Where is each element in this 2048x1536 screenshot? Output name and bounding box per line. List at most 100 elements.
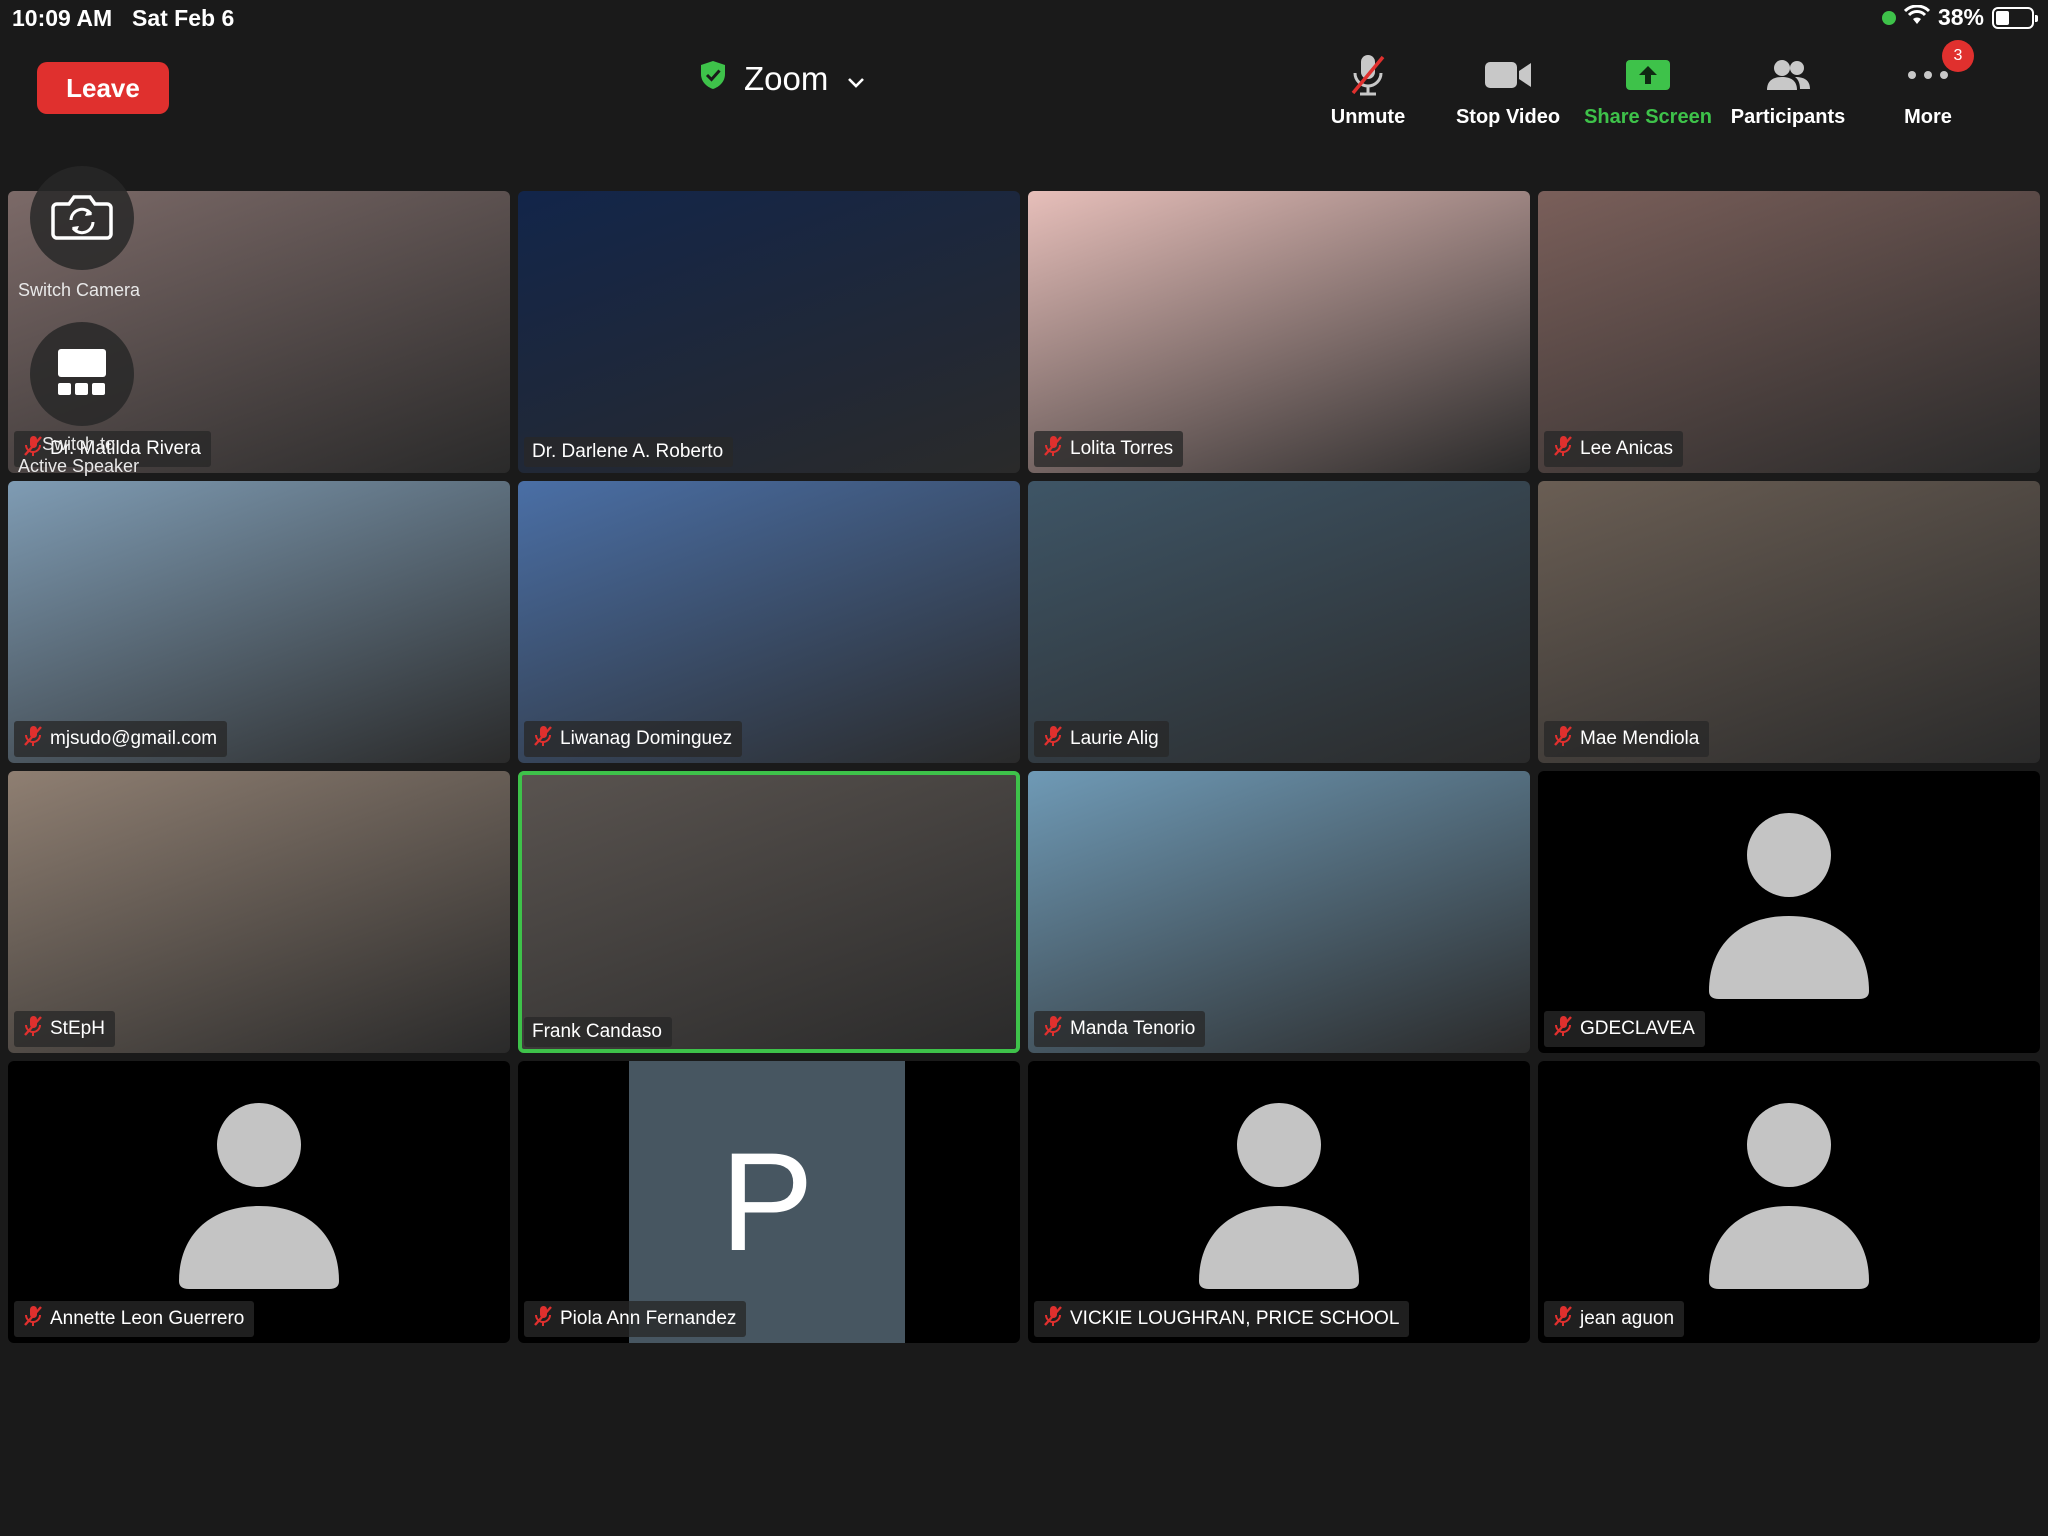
participant-name: StEpH (50, 1018, 105, 1039)
muted-mic-icon (1552, 1305, 1574, 1333)
participant-name-tag: Lolita Torres (1034, 431, 1184, 467)
participant-name: Laurie Alig (1070, 728, 1159, 749)
participant-tile[interactable]: Dr. Darlene A. Roberto (518, 191, 1020, 473)
participant-name: mjsudo@gmail.com (50, 728, 218, 749)
shield-check-icon (700, 60, 726, 98)
participant-name: Lolita Torres (1070, 438, 1174, 459)
leave-button[interactable]: Leave (37, 62, 169, 114)
video-gallery: Dr. Matilda Rivera Dr. Darlene A. Roberto… (8, 191, 2040, 1343)
participant-tile[interactable]: Laurie Alig (1028, 481, 1530, 763)
more-button[interactable]: 3 More (1858, 40, 1998, 129)
participant-name: jean aguon (1580, 1308, 1675, 1329)
participant-tile[interactable]: StEpH (8, 771, 510, 1053)
unmute-label: Unmute (1330, 106, 1406, 128)
status-time: 10:09 AM (12, 5, 113, 31)
more-label: More (1904, 106, 1952, 128)
muted-mic-icon (1042, 725, 1064, 753)
muted-mic-icon (1042, 1305, 1064, 1333)
participant-name-tag: Frank Candaso (524, 1017, 672, 1047)
participant-tile[interactable]: VICKIE LOUGHRAN, PRICE SCHOOL (1028, 1061, 1530, 1343)
participant-name-tag: Lee Anicas (1544, 431, 1683, 467)
switch-active-label-line2: Active Speaker (18, 456, 140, 476)
participant-name: Annette Leon Guerrero (50, 1308, 245, 1329)
more-notification-badge: 3 (1942, 40, 1974, 72)
participant-name-tag: VICKIE LOUGHRAN, PRICE SCHOOL (1034, 1301, 1410, 1337)
muted-mic-icon (532, 1305, 554, 1333)
muted-mic-icon (1042, 435, 1064, 463)
participant-name-tag: Laurie Alig (1034, 721, 1169, 757)
battery-icon (1992, 6, 2038, 29)
participant-name: Dr. Darlene A. Roberto (532, 441, 724, 462)
default-avatar-icon (179, 1101, 339, 1291)
switch-active-label-line1: Switch to (42, 434, 116, 454)
participant-name: GDECLAVEA (1580, 1018, 1695, 1039)
active-speaker-layout-icon (56, 347, 108, 402)
status-bar: 10:09 AM Sat Feb 6 38% (0, 0, 2048, 36)
participant-name: Manda Tenorio (1070, 1018, 1196, 1039)
default-avatar-icon (1709, 1101, 1869, 1291)
default-avatar-icon (1199, 1101, 1359, 1291)
camera-switch-icon (51, 192, 113, 245)
participant-tile[interactable]: Lee Anicas (1538, 191, 2040, 473)
participant-video (518, 771, 1020, 1053)
participant-name-tag: Liwanag Dominguez (524, 721, 743, 757)
participant-name-tag: StEpH (14, 1011, 115, 1047)
stop-video-label: Stop Video (1455, 106, 1561, 128)
muted-mic-icon (22, 725, 44, 753)
participant-name-tag: Manda Tenorio (1034, 1011, 1206, 1047)
participant-name: Mae Mendiola (1580, 728, 1700, 749)
share-screen-label: Share Screen (1584, 106, 1712, 128)
muted-mic-icon (22, 1015, 44, 1043)
wifi-icon (1903, 4, 1931, 31)
participant-video (518, 191, 1020, 473)
meeting-title-label: Zoom (744, 60, 829, 97)
default-avatar-icon (1709, 811, 1869, 1001)
battery-percent: 38% (1937, 4, 1984, 30)
participant-tile[interactable]: P Piola Ann Fernandez (518, 1061, 1020, 1343)
participant-name-tag: Piola Ann Fernandez (524, 1301, 747, 1337)
status-right: 38% (1881, 4, 2038, 31)
participant-name: Piola Ann Fernandez (560, 1308, 737, 1329)
muted-mic-icon (1042, 1015, 1064, 1043)
participant-tile[interactable]: mjsudo@gmail.com (8, 481, 510, 763)
participant-tile[interactable]: Mae Mendiola (1538, 481, 2040, 763)
chevron-down-icon (846, 60, 866, 98)
share-screen-button[interactable]: Share Screen (1578, 54, 1718, 129)
muted-mic-icon (532, 725, 554, 753)
switch-camera-label: Switch Camera (18, 280, 141, 300)
participant-name: VICKIE LOUGHRAN, PRICE SCHOOL (1070, 1308, 1400, 1329)
unmute-button[interactable]: Unmute (1298, 54, 1438, 129)
participant-name: Lee Anicas (1580, 438, 1673, 459)
participant-name-tag: GDECLAVEA (1544, 1011, 1705, 1047)
switch-to-active-speaker-button[interactable] (30, 322, 134, 426)
meeting-toolbar: Unmute Stop Video Share Screen Participa… (1298, 40, 1998, 129)
participant-name: Liwanag Dominguez (560, 728, 733, 749)
participants-label: Participants (1730, 106, 1846, 128)
muted-mic-icon (22, 1305, 44, 1333)
muted-mic-icon (1552, 1015, 1574, 1043)
muted-mic-icon (1552, 435, 1574, 463)
video-camera-icon (1484, 54, 1532, 96)
participant-tile[interactable]: jean aguon (1538, 1061, 2040, 1343)
participant-name-tag: jean aguon (1544, 1301, 1685, 1337)
participant-tile[interactable]: Manda Tenorio (1028, 771, 1530, 1053)
participant-tile[interactable]: Lolita Torres (1028, 191, 1530, 473)
participant-tile[interactable]: GDECLAVEA (1538, 771, 2040, 1053)
participants-button[interactable]: Participants (1718, 54, 1858, 129)
participant-tile[interactable]: Annette Leon Guerrero (8, 1061, 510, 1343)
participant-name-tag: Dr. Darlene A. Roberto (524, 437, 734, 467)
participant-name: Frank Candaso (532, 1021, 662, 1042)
camera-in-use-indicator (1881, 10, 1896, 25)
meeting-title[interactable]: Zoom (700, 60, 866, 98)
switch-camera-button[interactable] (30, 166, 134, 270)
avatar-initial: P (720, 1123, 814, 1280)
muted-mic-icon (1552, 725, 1574, 753)
participant-tile[interactable]: Liwanag Dominguez (518, 481, 1020, 763)
muted-microphone-icon (1345, 54, 1391, 96)
participant-tile[interactable]: Frank Candaso (518, 771, 1020, 1053)
participant-name-tag: Mae Mendiola (1544, 721, 1710, 757)
participants-icon (1764, 54, 1812, 96)
stop-video-button[interactable]: Stop Video (1438, 54, 1578, 129)
participant-name-tag: mjsudo@gmail.com (14, 721, 228, 757)
status-date: Sat Feb 6 (132, 5, 235, 31)
